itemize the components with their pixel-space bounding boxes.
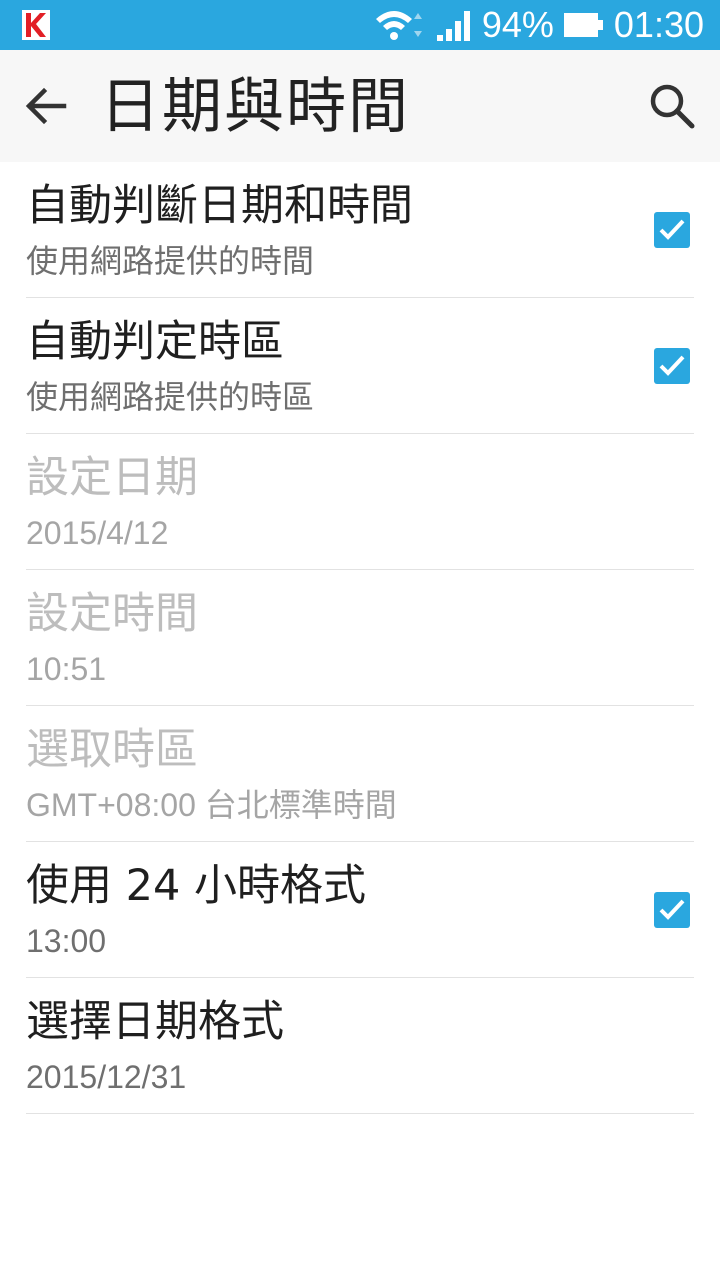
setting-subtitle: GMT+08:00 台北標準時間 xyxy=(26,787,397,823)
setting-title: 自動判斷日期和時間 xyxy=(26,181,413,231)
setting-subtitle: 使用網路提供的時間 xyxy=(26,243,315,279)
auto-timezone-row[interactable]: 自動判定時區 使用網路提供的時區 xyxy=(26,298,694,434)
battery-icon xyxy=(563,13,603,37)
checkmark-icon xyxy=(659,219,685,240)
setting-title: 設定時間 xyxy=(26,589,198,639)
setting-subtitle: 使用網路提供的時區 xyxy=(26,379,315,415)
status-time: 01:30 xyxy=(613,4,704,45)
status-bar: 94% 01:30 xyxy=(0,0,720,50)
setting-title: 自動判定時區 xyxy=(26,317,284,367)
select-timezone-row: 選取時區 GMT+08:00 台北標準時間 xyxy=(26,706,694,842)
settings-list: 自動判斷日期和時間 使用網路提供的時間 自動判定時區 使用網路提供的時區 設定日… xyxy=(0,162,720,1114)
date-format-row[interactable]: 選擇日期格式 2015/12/31 xyxy=(26,978,694,1114)
auto-date-time-checkbox[interactable] xyxy=(654,212,690,248)
wifi-icon xyxy=(375,11,422,40)
app-bar: 日期與時間 xyxy=(0,50,720,162)
setting-subtitle: 10:51 xyxy=(26,651,107,687)
checkmark-icon xyxy=(659,899,685,920)
use-24-hour-row[interactable]: 使用 24 小時格式 13:00 xyxy=(26,842,694,978)
checkmark-icon xyxy=(659,355,685,376)
set-time-row: 設定時間 10:51 xyxy=(26,570,694,706)
page-title: 日期與時間 xyxy=(100,72,410,142)
setting-subtitle: 2015/4/12 xyxy=(26,515,169,551)
search-icon[interactable] xyxy=(648,82,696,130)
setting-subtitle: 2015/12/31 xyxy=(26,1059,187,1095)
setting-title: 使用 24 小時格式 xyxy=(26,861,367,911)
setting-subtitle: 13:00 xyxy=(26,923,107,959)
auto-timezone-checkbox[interactable] xyxy=(654,348,690,384)
battery-percent: 94% xyxy=(481,4,554,45)
back-arrow-icon[interactable] xyxy=(24,84,68,128)
setting-title: 設定日期 xyxy=(26,453,198,503)
setting-title: 選取時區 xyxy=(26,725,198,775)
signal-icon xyxy=(436,11,470,41)
kaspersky-k-icon xyxy=(22,10,50,40)
set-date-row: 設定日期 2015/4/12 xyxy=(26,434,694,570)
use-24-hour-checkbox[interactable] xyxy=(654,892,690,928)
setting-title: 選擇日期格式 xyxy=(26,997,284,1047)
auto-date-time-row[interactable]: 自動判斷日期和時間 使用網路提供的時間 xyxy=(26,162,694,298)
